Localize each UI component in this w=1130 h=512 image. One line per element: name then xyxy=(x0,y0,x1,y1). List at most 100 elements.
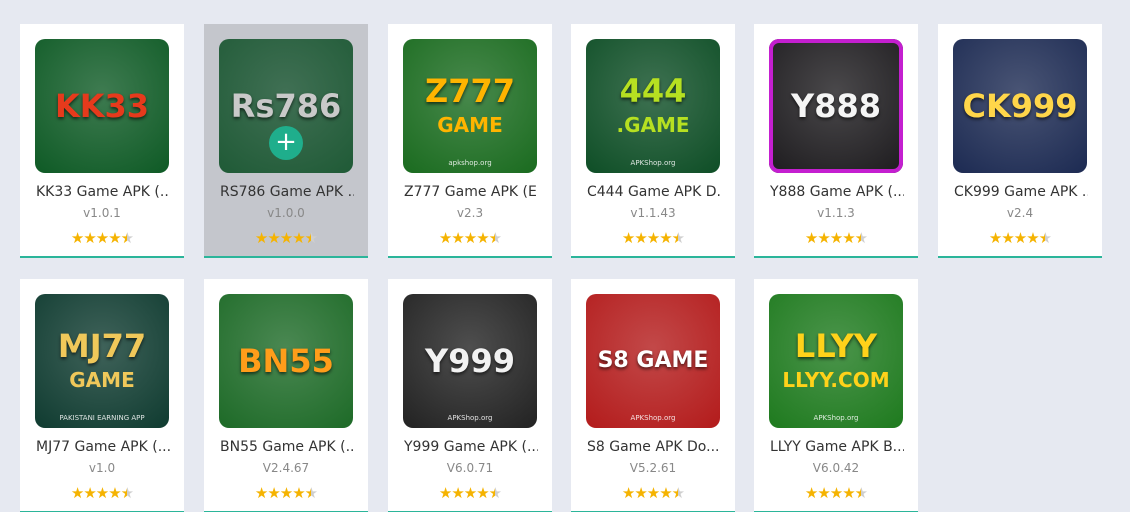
app-logo: Z777 xyxy=(425,72,515,110)
star-icon: ★ xyxy=(451,230,464,247)
star-icon: ★ xyxy=(842,485,855,502)
star-icon: ★ xyxy=(95,485,109,502)
app-icon[interactable]: Y888 xyxy=(769,39,903,173)
app-logo: KK33 xyxy=(54,87,150,125)
app-card[interactable]: S8 GAME APKShop.org S8 Game APK Do... V5.2.… xyxy=(571,279,735,512)
star-icon: ★ xyxy=(267,485,280,502)
app-logo: Rs786 xyxy=(230,87,342,125)
star-icon: ★ xyxy=(817,485,830,502)
app-card[interactable]: Rs786 + RS786 Game APK ... v1.0.0 ★★★★★ xyxy=(204,24,368,258)
app-card[interactable]: MJ77 GAME PAKISTANI EARNING APP MJ77 Game A… xyxy=(20,279,184,512)
star-rating: ★★★★★ xyxy=(571,484,735,502)
star-icon: ★ xyxy=(988,230,1002,247)
star-icon: ★ xyxy=(279,230,293,247)
star-icon: ★ xyxy=(804,485,818,502)
star-icon: ★ xyxy=(83,485,96,502)
star-icon: ★ xyxy=(854,485,868,502)
app-title[interactable]: Z777 Game APK (E... xyxy=(404,184,538,200)
app-version: V2.4.67 xyxy=(262,461,310,475)
app-icon[interactable]: BN55 xyxy=(219,294,353,428)
star-icon: ★ xyxy=(108,485,121,502)
star-icon: ★ xyxy=(108,230,121,247)
app-title[interactable]: Y888 Game APK (... xyxy=(770,184,904,200)
app-version: V5.2.61 xyxy=(629,461,677,475)
star-icon: ★ xyxy=(120,485,134,502)
app-title[interactable]: C444 Game APK D... xyxy=(587,184,721,200)
install-button[interactable]: + xyxy=(269,126,303,160)
app-title[interactable]: KK33 Game APK (... xyxy=(36,184,170,200)
star-rating: ★★★★★ xyxy=(20,484,184,502)
star-icon: ★ xyxy=(646,230,660,247)
app-card[interactable]: CK999 CK999 Game APK ... v2.4 ★★★★★ xyxy=(938,24,1102,258)
star-icon: ★ xyxy=(254,230,268,247)
app-logo: MJ77 xyxy=(57,327,147,365)
star-rating: ★★★★★ xyxy=(388,484,552,502)
app-logo: BN55 xyxy=(238,342,334,380)
app-version: V6.0.42 xyxy=(812,461,860,475)
app-version: V6.0.71 xyxy=(446,461,494,475)
app-icon[interactable]: Z777 GAME apkshop.org xyxy=(403,39,537,173)
app-card[interactable]: Y888 Y888 Game APK (... v1.1.3 ★★★★★ xyxy=(754,24,918,258)
star-icon: ★ xyxy=(671,485,685,502)
app-logo: LLYY xyxy=(794,327,878,365)
star-rating: ★★★★★ xyxy=(754,229,918,247)
app-card[interactable]: KK33 KK33 Game APK (... v1.0.1 ★★★★★ xyxy=(20,24,184,258)
star-icon: ★ xyxy=(451,485,464,502)
star-icon: ★ xyxy=(304,230,318,247)
app-title[interactable]: LLYY Game APK B... xyxy=(770,439,904,455)
app-version: v1.0 xyxy=(88,461,116,475)
star-icon: ★ xyxy=(120,230,134,247)
star-icon: ★ xyxy=(488,485,502,502)
app-title[interactable]: S8 Game APK Do... xyxy=(587,439,721,455)
app-logo-tagline: apkshop.org xyxy=(448,159,492,167)
star-icon: ★ xyxy=(804,230,818,247)
app-card[interactable]: Z777 GAME apkshop.org Z777 Game APK (E... v2… xyxy=(388,24,552,258)
star-icon: ★ xyxy=(1026,230,1039,247)
app-logo-tagline: APKShop.org xyxy=(630,159,676,167)
star-icon: ★ xyxy=(488,230,502,247)
app-card[interactable]: Y999 APKShop.org Y999 Game APK (... V6.0.71… xyxy=(388,279,552,512)
star-icon: ★ xyxy=(621,485,635,502)
app-title[interactable]: MJ77 Game APK (... xyxy=(36,439,170,455)
app-card[interactable]: 444 .GAME APKShop.org C444 Game APK D... v1.… xyxy=(571,24,735,258)
star-icon: ★ xyxy=(70,485,84,502)
star-icon: ★ xyxy=(476,485,489,502)
star-rating: ★★★★★ xyxy=(938,229,1102,247)
app-logo-tagline: APKShop.org xyxy=(630,414,676,422)
app-title[interactable]: BN55 Game APK (... xyxy=(220,439,354,455)
app-version: v1.1.43 xyxy=(630,206,676,220)
app-version: v1.1.3 xyxy=(817,206,855,220)
app-icon[interactable]: MJ77 GAME PAKISTANI EARNING APP xyxy=(35,294,169,428)
app-logo: Y888 xyxy=(791,87,881,125)
app-icon[interactable]: Y999 APKShop.org xyxy=(403,294,537,428)
star-icon: ★ xyxy=(854,230,868,247)
star-icon: ★ xyxy=(829,230,843,247)
app-logo: CK999 xyxy=(962,87,1078,125)
app-icon[interactable]: CK999 xyxy=(953,39,1087,173)
app-title[interactable]: Y999 Game APK (... xyxy=(404,439,538,455)
app-icon[interactable]: S8 GAME APKShop.org xyxy=(586,294,720,428)
star-icon: ★ xyxy=(438,230,452,247)
app-title[interactable]: CK999 Game APK ... xyxy=(954,184,1088,200)
app-icon[interactable]: 444 .GAME APKShop.org xyxy=(586,39,720,173)
star-icon: ★ xyxy=(659,485,672,502)
app-logo-subtitle: LLYY.COM xyxy=(782,368,890,392)
star-rating: ★★★★★ xyxy=(20,229,184,247)
star-icon: ★ xyxy=(817,230,830,247)
app-icon[interactable]: LLYY LLYY.COM APKShop.org xyxy=(769,294,903,428)
app-logo: S8 GAME xyxy=(597,348,709,373)
star-icon: ★ xyxy=(1038,230,1052,247)
app-title[interactable]: RS786 Game APK ... xyxy=(220,184,354,200)
app-icon[interactable]: KK33 xyxy=(35,39,169,173)
star-icon: ★ xyxy=(659,230,672,247)
app-version: v2.3 xyxy=(456,206,484,220)
star-icon: ★ xyxy=(70,230,84,247)
star-icon: ★ xyxy=(1013,230,1027,247)
app-logo-tagline: PAKISTANI EARNING APP xyxy=(59,414,145,422)
star-icon: ★ xyxy=(621,230,635,247)
star-rating: ★★★★★ xyxy=(571,229,735,247)
star-icon: ★ xyxy=(304,485,318,502)
app-logo-subtitle: GAME xyxy=(69,368,135,392)
app-card[interactable]: LLYY LLYY.COM APKShop.org LLYY Game APK B..… xyxy=(754,279,918,512)
app-card[interactable]: BN55 BN55 Game APK (... V2.4.67 ★★★★★ xyxy=(204,279,368,512)
